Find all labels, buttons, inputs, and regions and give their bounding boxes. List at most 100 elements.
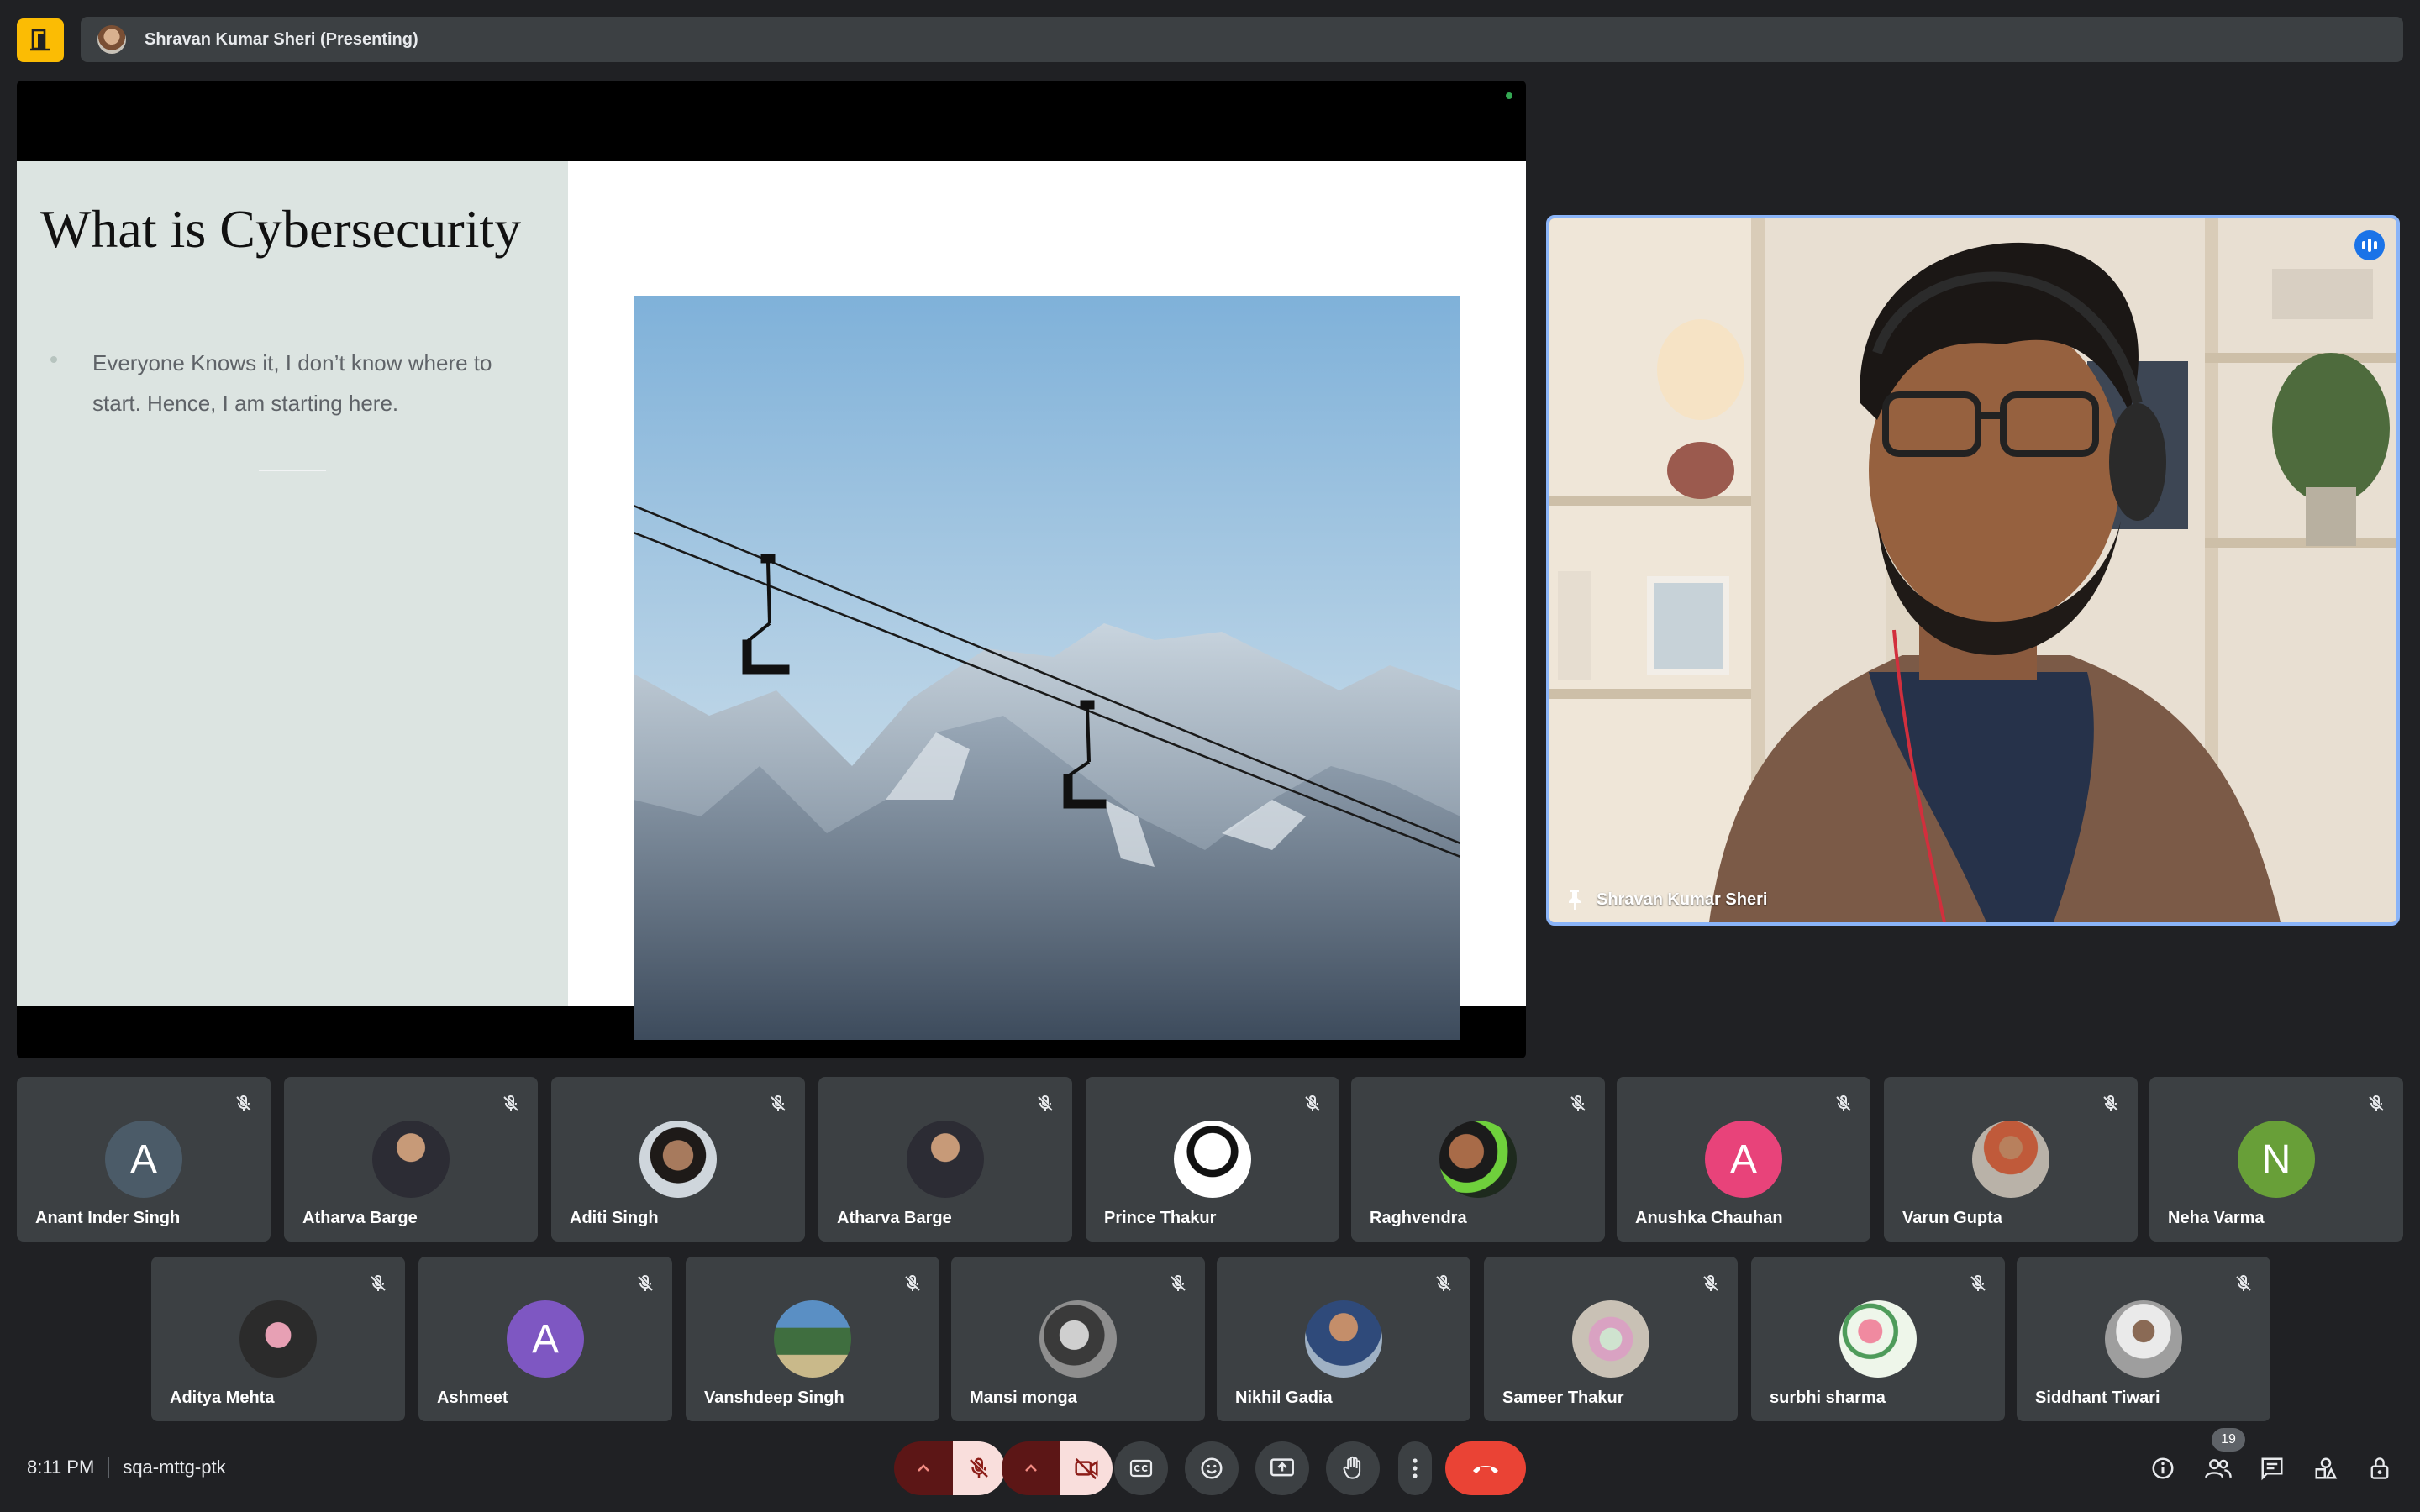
participant-tile[interactable]: Nikhil Gadia xyxy=(1217,1257,1470,1421)
participant-tile[interactable]: A Anushka Chauhan xyxy=(1617,1077,1870,1242)
mic-off-icon xyxy=(970,1457,988,1478)
chat-icon xyxy=(2261,1457,2283,1481)
mic-off-icon xyxy=(2236,1275,2251,1291)
info-icon xyxy=(2152,1457,2174,1479)
participant-tile[interactable]: Prince Thakur xyxy=(1086,1077,1339,1242)
mic-off-icon xyxy=(1703,1275,1718,1291)
avatar xyxy=(1039,1300,1117,1378)
avatar xyxy=(1174,1121,1251,1198)
mic-off-icon xyxy=(771,1095,786,1111)
participant-tile[interactable]: Aditi Singh xyxy=(551,1077,805,1242)
mountain-chairlift-photo xyxy=(634,296,1460,1040)
participant-name: Aditi Singh xyxy=(570,1209,659,1227)
meeting-details-button[interactable] xyxy=(2144,1450,2181,1487)
activities-button[interactable] xyxy=(2307,1450,2344,1487)
speaker-tile[interactable]: Shravan Kumar Sheri xyxy=(1546,215,2400,926)
presentation-stage[interactable]: What is Cybersecurity Everyone Knows it,… xyxy=(17,81,1526,1058)
speaker-name-row: Shravan Kumar Sheri xyxy=(1566,889,1767,911)
mic-off-icon xyxy=(503,1095,518,1111)
people-button[interactable] xyxy=(2200,1450,2237,1487)
meeting-code[interactable]: sqa-mttg-ptk xyxy=(123,1457,225,1478)
speaker-name: Shravan Kumar Sheri xyxy=(1597,890,1768,909)
raise-hand-button[interactable] xyxy=(1326,1441,1380,1495)
leave-call-button[interactable] xyxy=(1445,1441,1526,1495)
meet-window: Shravan Kumar Sheri (Presenting) What is… xyxy=(0,0,2420,1512)
people-icon xyxy=(2205,1459,2232,1478)
participant-tile[interactable]: N Neha Varma xyxy=(2149,1077,2403,1242)
participant-tile[interactable]: Mansi monga xyxy=(951,1257,1205,1421)
participant-tile[interactable]: Raghvendra xyxy=(1351,1077,1605,1242)
participant-tile[interactable]: Vanshdeep Singh xyxy=(686,1257,939,1421)
participant-name: Raghvendra xyxy=(1370,1209,1467,1227)
camera-toggle-button[interactable] xyxy=(1060,1441,1113,1495)
avatar xyxy=(774,1300,851,1378)
mic-off-icon xyxy=(371,1275,386,1291)
camera-options-button[interactable] xyxy=(1002,1441,1060,1495)
door-exit-icon[interactable] xyxy=(17,18,64,62)
avatar xyxy=(639,1121,717,1198)
more-options-button[interactable] xyxy=(1398,1441,1432,1495)
participant-name: Atharva Barge xyxy=(837,1209,952,1227)
participant-name: Neha Varma xyxy=(2168,1209,2265,1227)
mic-off-icon xyxy=(2103,1095,2118,1111)
participant-name: Ashmeet xyxy=(437,1389,508,1407)
avatar xyxy=(1572,1300,1649,1378)
participant-tile[interactable]: A Anant Inder Singh xyxy=(17,1077,271,1242)
mic-toggle-button[interactable] xyxy=(953,1441,1005,1495)
avatar: A xyxy=(105,1121,182,1198)
avatar xyxy=(239,1300,317,1378)
mic-options-button[interactable] xyxy=(894,1441,953,1495)
captions-button[interactable] xyxy=(1114,1441,1168,1495)
participant-tile[interactable]: A Ashmeet xyxy=(418,1257,672,1421)
avatar xyxy=(1839,1300,1917,1378)
participant-count-badge: 19 xyxy=(2212,1428,2245,1452)
participant-name: Anushka Chauhan xyxy=(1635,1209,1783,1227)
avatar xyxy=(1305,1300,1382,1378)
avatar xyxy=(2105,1300,2182,1378)
avatar: N xyxy=(2238,1121,2315,1198)
slide-title: What is Cybersecurity xyxy=(40,199,522,259)
participant-name: Prince Thakur xyxy=(1104,1209,1217,1227)
participant-tile[interactable]: Siddhant Tiwari xyxy=(2017,1257,2270,1421)
avatar xyxy=(907,1121,984,1198)
slide-text-panel: What is Cybersecurity Everyone Knows it,… xyxy=(17,161,568,1006)
top-bar: Shravan Kumar Sheri (Presenting) xyxy=(17,17,2403,62)
present-button[interactable] xyxy=(1255,1441,1309,1495)
presenting-chip[interactable]: Shravan Kumar Sheri (Presenting) xyxy=(81,17,2403,62)
participant-name: Varun Gupta xyxy=(1902,1209,2002,1227)
participant-tile[interactable]: Sameer Thakur xyxy=(1484,1257,1738,1421)
mic-off-icon xyxy=(1436,1275,1451,1291)
pin-icon[interactable] xyxy=(1566,889,1583,911)
slide: What is Cybersecurity Everyone Knows it,… xyxy=(17,161,1526,1040)
speaking-indicator-icon xyxy=(2354,230,2385,260)
participant-tile[interactable]: Atharva Barge xyxy=(818,1077,1072,1242)
live-indicator xyxy=(1506,92,1512,99)
chat-button[interactable] xyxy=(2254,1450,2291,1487)
mic-off-icon xyxy=(905,1275,920,1291)
participant-tile[interactable]: surbhi sharma xyxy=(1751,1257,2005,1421)
participant-tile[interactable]: Atharva Barge xyxy=(284,1077,538,1242)
participant-tile[interactable]: Varun Gupta xyxy=(1884,1077,2138,1242)
participant-tile[interactable]: Aditya Mehta xyxy=(151,1257,405,1421)
meeting-info: 8:11 PM sqa-mttg-ptk xyxy=(27,1453,226,1482)
participant-name: Atharva Barge xyxy=(302,1209,418,1227)
camera-off-icon xyxy=(1075,1458,1098,1480)
avatar xyxy=(1972,1121,2049,1198)
host-controls-icon xyxy=(2370,1457,2389,1479)
host-controls-button[interactable] xyxy=(2361,1450,2398,1487)
mic-off-icon xyxy=(236,1095,251,1111)
clock: 8:11 PM xyxy=(27,1457,95,1478)
presenter-avatar xyxy=(97,25,126,54)
emoji-button[interactable] xyxy=(1185,1441,1239,1495)
slide-bullet: Everyone Knows it, I don’t know where to… xyxy=(92,350,492,416)
chevron-up-icon xyxy=(1025,1464,1037,1472)
avatar xyxy=(372,1121,450,1198)
captions-icon xyxy=(1129,1459,1153,1478)
emoji-icon xyxy=(1201,1457,1223,1479)
participant-name: Aditya Mehta xyxy=(170,1389,275,1407)
present-screen-icon xyxy=(1270,1458,1294,1477)
participant-name: Siddhant Tiwari xyxy=(2035,1389,2160,1407)
participant-name: Nikhil Gadia xyxy=(1235,1389,1333,1407)
mic-off-icon xyxy=(1305,1095,1320,1111)
participant-name: surbhi sharma xyxy=(1770,1389,1886,1407)
